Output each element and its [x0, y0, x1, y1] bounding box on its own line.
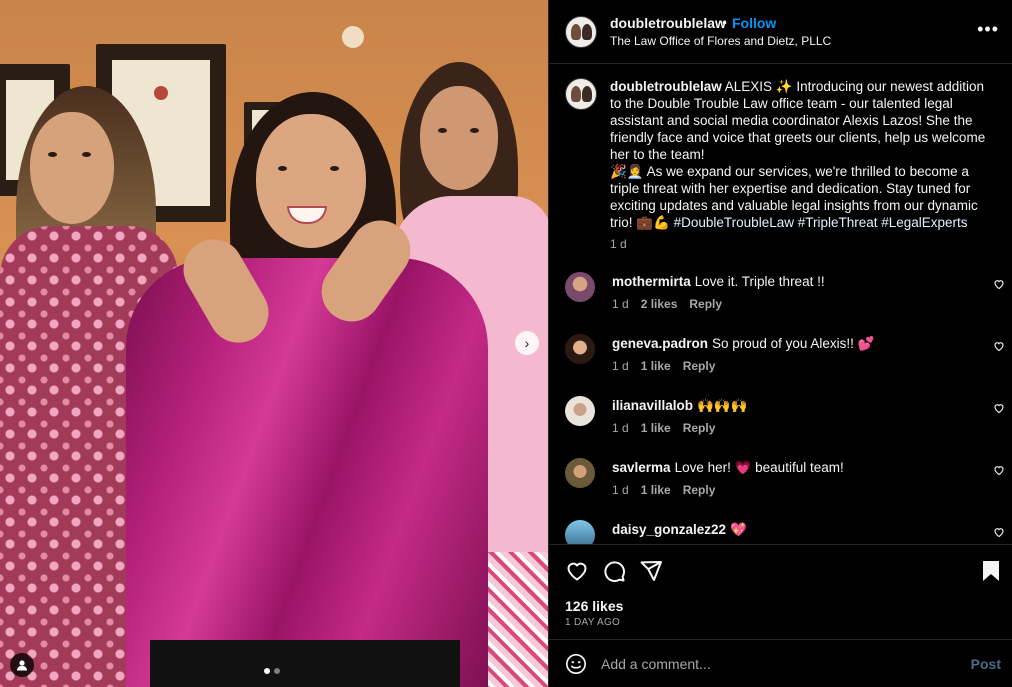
post-header: doubletroublelaw • Follow The Law Office…: [549, 0, 1012, 64]
like-heart-icon[interactable]: [565, 559, 589, 583]
like-count[interactable]: 126 likes: [565, 598, 623, 614]
comment-likes[interactable]: 1 like: [641, 359, 671, 373]
comment-icon[interactable]: [602, 559, 626, 583]
carousel-dots: [264, 668, 280, 674]
comment-likes[interactable]: 1 like: [641, 421, 671, 435]
caption-time[interactable]: 1 d: [610, 237, 627, 251]
comment-time[interactable]: 1 d: [612, 297, 629, 311]
caption-hashtags[interactable]: #DoubleTroubleLaw #TripleThreat #LegalEx…: [674, 215, 968, 230]
comment-item: ilianavillalob 🙌🙌🙌 1 d 1 like Reply: [565, 396, 1005, 448]
comment-likes[interactable]: 2 likes: [641, 297, 678, 311]
comment-composer: Post: [549, 639, 1012, 687]
commenter-avatar[interactable]: [565, 272, 595, 302]
emoji-icon[interactable]: [565, 653, 587, 675]
heart-icon[interactable]: [993, 464, 1005, 476]
post-comment-button[interactable]: Post: [971, 656, 1001, 672]
post-timestamp[interactable]: 1 DAY AGO: [565, 617, 620, 628]
post-details-panel: doubletroublelaw • Follow The Law Office…: [548, 0, 1012, 687]
comment-time[interactable]: 1 d: [612, 359, 629, 373]
caption-avatar[interactable]: [565, 78, 597, 110]
heart-icon[interactable]: [993, 278, 1005, 290]
reply-button[interactable]: Reply: [689, 297, 722, 311]
carousel-next-button[interactable]: ›: [515, 331, 539, 355]
separator-dot: •: [722, 14, 727, 30]
comment-input[interactable]: [601, 652, 961, 676]
user-icon: [17, 660, 27, 671]
comment-text: Love her! 💗 beautiful team!: [674, 460, 844, 475]
comment-item: geneva.padron So proud of you Alexis!! 💕 …: [565, 334, 1005, 386]
comment-text: Love it. Triple threat !!: [694, 274, 825, 289]
commenter-avatar[interactable]: [565, 334, 595, 364]
location-link[interactable]: The Law Office of Flores and Dietz, PLLC: [610, 34, 831, 48]
chevron-right-icon: ›: [524, 335, 530, 351]
more-options-icon[interactable]: •••: [977, 20, 999, 38]
carousel-dot-2: [274, 668, 280, 674]
comment-item: savlerma Love her! 💗 beautiful team! 1 d …: [565, 458, 1005, 510]
commenter-username[interactable]: daisy_gonzalez22: [612, 522, 726, 537]
comment-likes[interactable]: 1 like: [641, 483, 671, 497]
commenter-username[interactable]: ilianavillalob: [612, 398, 693, 413]
share-icon[interactable]: [639, 559, 663, 583]
heart-icon[interactable]: [993, 340, 1005, 352]
tagged-users-button[interactable]: [10, 653, 34, 677]
post-photo[interactable]: ›: [0, 0, 548, 687]
reply-button[interactable]: Reply: [683, 421, 716, 435]
bookmark-icon[interactable]: [979, 559, 1003, 583]
commenter-avatar[interactable]: [565, 520, 595, 544]
author-username[interactable]: doubletroublelaw: [610, 15, 726, 31]
comment-text: 💖: [730, 522, 747, 537]
heart-icon[interactable]: [993, 526, 1005, 538]
comment-text: 🙌🙌🙌: [697, 398, 748, 413]
commenter-username[interactable]: savlerma: [612, 460, 671, 475]
comment-item: mothermirta Love it. Triple threat !! 1 d…: [565, 272, 1005, 324]
commenter-avatar[interactable]: [565, 458, 595, 488]
comment-time[interactable]: 1 d: [612, 421, 629, 435]
commenter-username[interactable]: mothermirta: [612, 274, 691, 289]
reply-button[interactable]: Reply: [683, 359, 716, 373]
caption-text: doubletroublelaw ALEXIS ✨ Introducing ou…: [610, 78, 995, 231]
wall-light: [342, 26, 364, 48]
commenter-avatar[interactable]: [565, 396, 595, 426]
author-avatar[interactable]: [565, 16, 597, 48]
commenter-username[interactable]: geneva.padron: [612, 336, 708, 351]
carousel-dot-1: [264, 668, 270, 674]
follow-button[interactable]: Follow: [732, 15, 776, 31]
caption-username[interactable]: doubletroublelaw: [610, 79, 722, 94]
post-actions: 126 likes 1 DAY AGO: [549, 544, 1012, 639]
comment-text: So proud of you Alexis!! 💕: [712, 336, 875, 351]
comment-time[interactable]: 1 d: [612, 483, 629, 497]
reply-button[interactable]: Reply: [683, 483, 716, 497]
heart-icon[interactable]: [993, 402, 1005, 414]
comments-scroll-area[interactable]: doubletroublelaw ALEXIS ✨ Introducing ou…: [549, 64, 1012, 544]
comment-item: daisy_gonzalez22 💖: [565, 520, 1005, 544]
